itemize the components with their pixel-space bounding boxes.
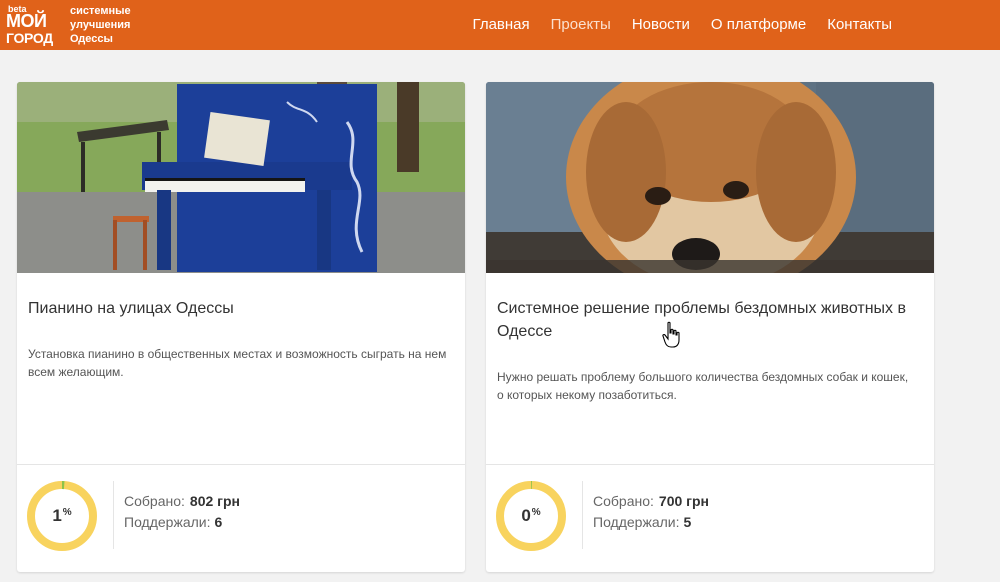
divider (113, 481, 114, 549)
project-card[interactable]: Пианино на улицах Одессы Установка пиани… (17, 82, 465, 572)
progress-percent: 1% (52, 506, 72, 525)
raised-amount: Собрано: 700 грн (593, 493, 709, 509)
progress-percent: 0% (521, 506, 541, 525)
raised-amount: Собрано: 802 грн (124, 493, 240, 509)
nav-link-about[interactable]: О платформе (711, 16, 806, 34)
main-nav: Главная Проекты Новости О платформе Конт… (473, 16, 892, 34)
project-description: Нужно решать проблему большого количеств… (497, 370, 909, 402)
dog-photo[interactable] (486, 82, 934, 273)
top-navbar: beta МОЙ ГОРОД системные улучшения Одесс… (0, 0, 1000, 50)
logo-wordmark-line2: ГОРОД (6, 30, 53, 46)
supporters-count: Поддержали: 6 (124, 514, 223, 530)
logo-tagline-2: улучшения (70, 19, 131, 31)
nav-link-projects[interactable]: Проекты (551, 16, 611, 34)
logo-wordmark-line1: МОЙ (6, 11, 47, 31)
supporters-count: Поддержали: 5 (593, 514, 692, 530)
nav-link-home[interactable]: Главная (473, 16, 530, 34)
project-title[interactable]: Пианино на улицах Одессы (28, 297, 451, 320)
hand-cursor-icon (662, 321, 680, 348)
logo-tagline-3: Одессы (70, 33, 113, 45)
logo-tagline-1: системные (70, 5, 131, 17)
project-description: Установка пианино в общественных местах … (28, 347, 447, 379)
project-stats: 0% Собрано: 700 грн Поддержали: 5 (486, 464, 934, 572)
piano-photo[interactable] (17, 82, 465, 273)
divider (582, 481, 583, 549)
nav-link-news[interactable]: Новости (632, 16, 690, 34)
project-stats: 1% Собрано: 802 грн Поддержали: 6 (17, 464, 465, 572)
nav-link-contacts[interactable]: Контакты (827, 16, 892, 34)
project-title[interactable]: Системное решение проблемы бездомных жив… (497, 297, 920, 343)
project-card[interactable]: Системное решение проблемы бездомных жив… (486, 82, 934, 572)
site-logo[interactable]: beta МОЙ ГОРОД системные улучшения Одесс… (6, 2, 146, 48)
